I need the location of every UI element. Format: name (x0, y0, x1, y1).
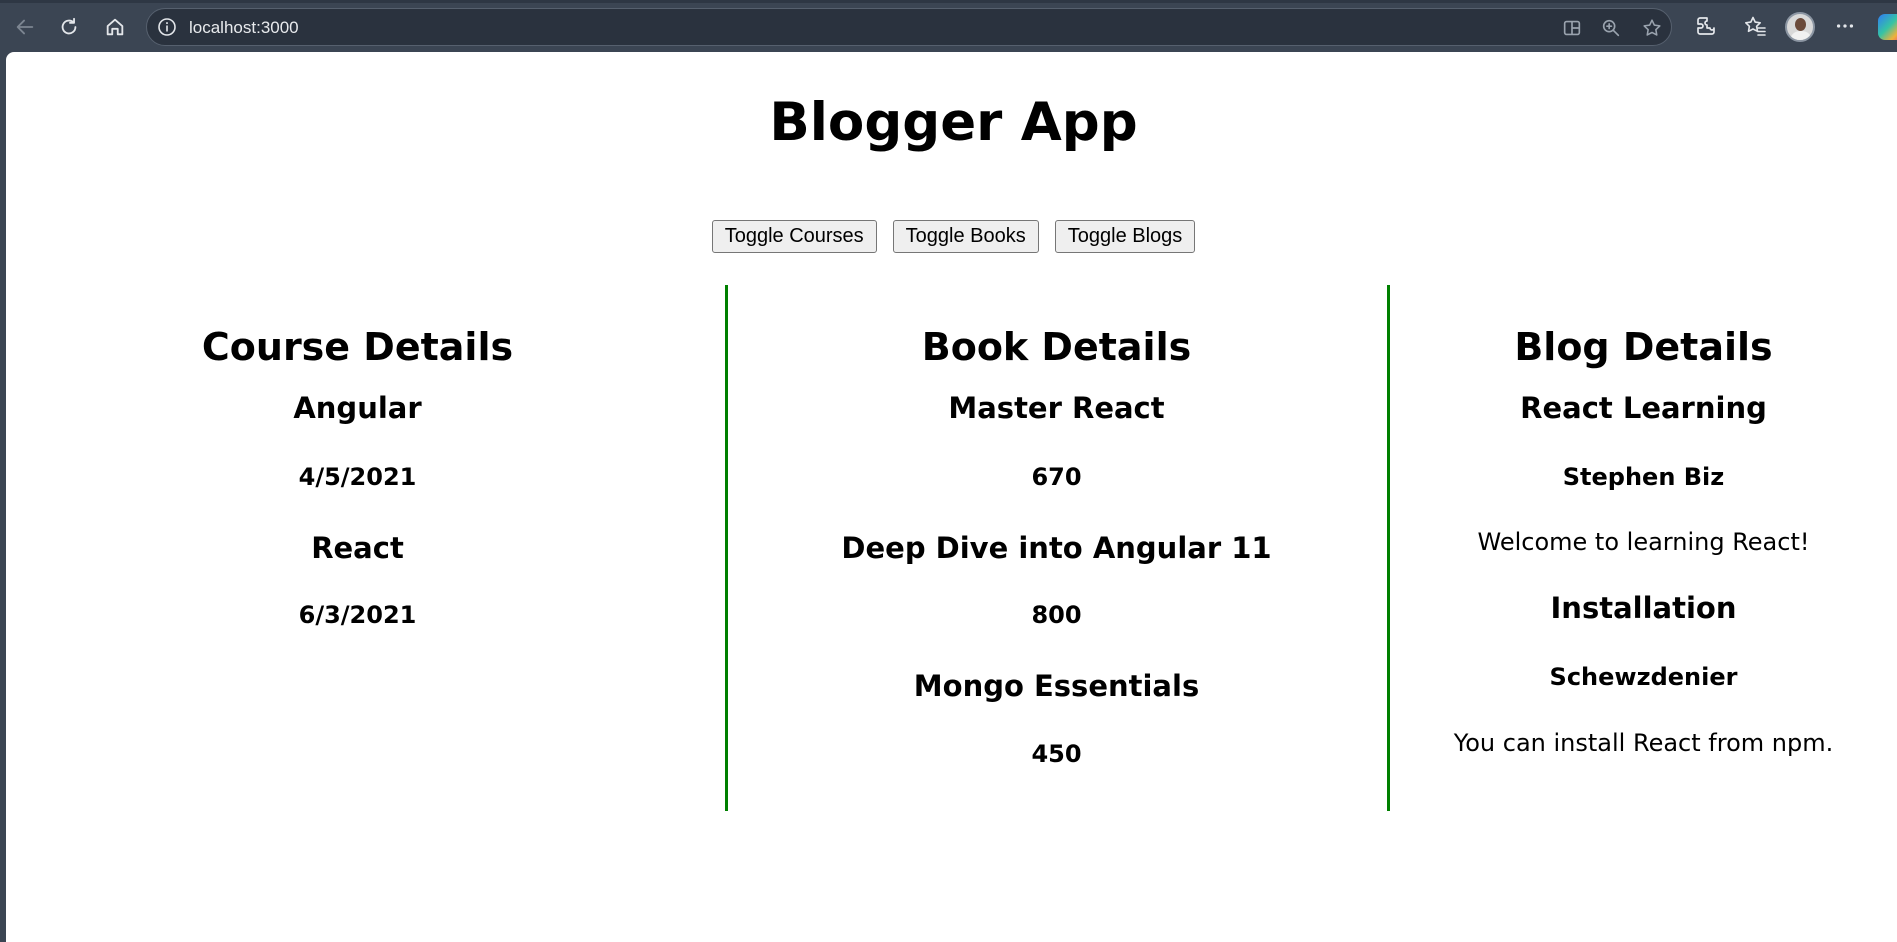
book-price: 800 (1031, 601, 1082, 629)
course-name: React (311, 531, 404, 565)
extensions-button[interactable] (1693, 13, 1719, 39)
copilot-icon[interactable] (1878, 14, 1897, 40)
course-details-title: Course Details (201, 325, 514, 369)
blog-author: Stephen Biz (1562, 463, 1725, 491)
page-viewport: Blogger App Toggle Courses Toggle Books … (6, 52, 1897, 942)
address-bar[interactable]: localhost:3000 (146, 8, 1672, 46)
favorites-button[interactable] (1742, 13, 1768, 39)
book-details-title: Book Details (921, 325, 1192, 369)
refresh-button[interactable] (52, 10, 86, 44)
book-details-column: Book Details Master React 670 Deep Dive … (725, 285, 1385, 811)
book-name: Master React (948, 391, 1165, 425)
course-details-column: Course Details Angular 4/5/2021 React 6/… (0, 285, 715, 811)
book-price: 450 (1031, 740, 1082, 768)
refresh-icon (61, 17, 77, 35)
home-button[interactable] (98, 10, 132, 44)
blog-title: Installation (1550, 591, 1737, 625)
home-icon (106, 18, 124, 36)
toggle-blogs-button[interactable]: Toggle Blogs (1054, 220, 1196, 253)
book-name: Mongo Essentials (913, 669, 1200, 703)
blog-title: React Learning (1520, 391, 1767, 425)
app-title: Blogger App (769, 92, 1138, 153)
avatar-body (1790, 31, 1812, 40)
zoom-icon[interactable] (1600, 17, 1622, 39)
favorite-star-icon[interactable] (1641, 17, 1663, 39)
toggle-books-button[interactable]: Toggle Books (892, 220, 1039, 253)
blog-content: Welcome to learning React! (1477, 528, 1810, 556)
course-name: Angular (293, 391, 422, 425)
blog-content: You can install React from npm. (1453, 729, 1834, 757)
course-date: 6/3/2021 (298, 601, 417, 629)
course-date: 4/5/2021 (298, 463, 417, 491)
blog-details-column: Blog Details React Learning Stephen Biz … (1387, 285, 1897, 811)
favorites-icon (1745, 16, 1766, 36)
profile-avatar[interactable] (1785, 12, 1815, 42)
url-text[interactable]: localhost:3000 (189, 18, 299, 38)
toggle-courses-button[interactable]: Toggle Courses (711, 220, 877, 253)
more-icon (1836, 24, 1854, 28)
blog-details-title: Blog Details (1514, 325, 1773, 369)
back-button[interactable] (8, 10, 42, 44)
avatar-face (1795, 18, 1806, 31)
book-name: Deep Dive into Angular 11 (841, 531, 1272, 565)
toggle-button-row: Toggle Courses Toggle Books Toggle Blogs (0, 220, 1897, 253)
split-screen-icon[interactable] (1561, 17, 1583, 39)
blog-author: Schewzdenier (1549, 663, 1738, 691)
more-button[interactable] (1832, 13, 1858, 39)
info-icon[interactable] (157, 17, 177, 37)
book-price: 670 (1031, 463, 1082, 491)
extensions-icon (1697, 17, 1715, 35)
browser-toolbar: localhost:3000 (0, 0, 1897, 52)
tab-strip (0, 0, 1897, 3)
back-icon (16, 19, 34, 35)
